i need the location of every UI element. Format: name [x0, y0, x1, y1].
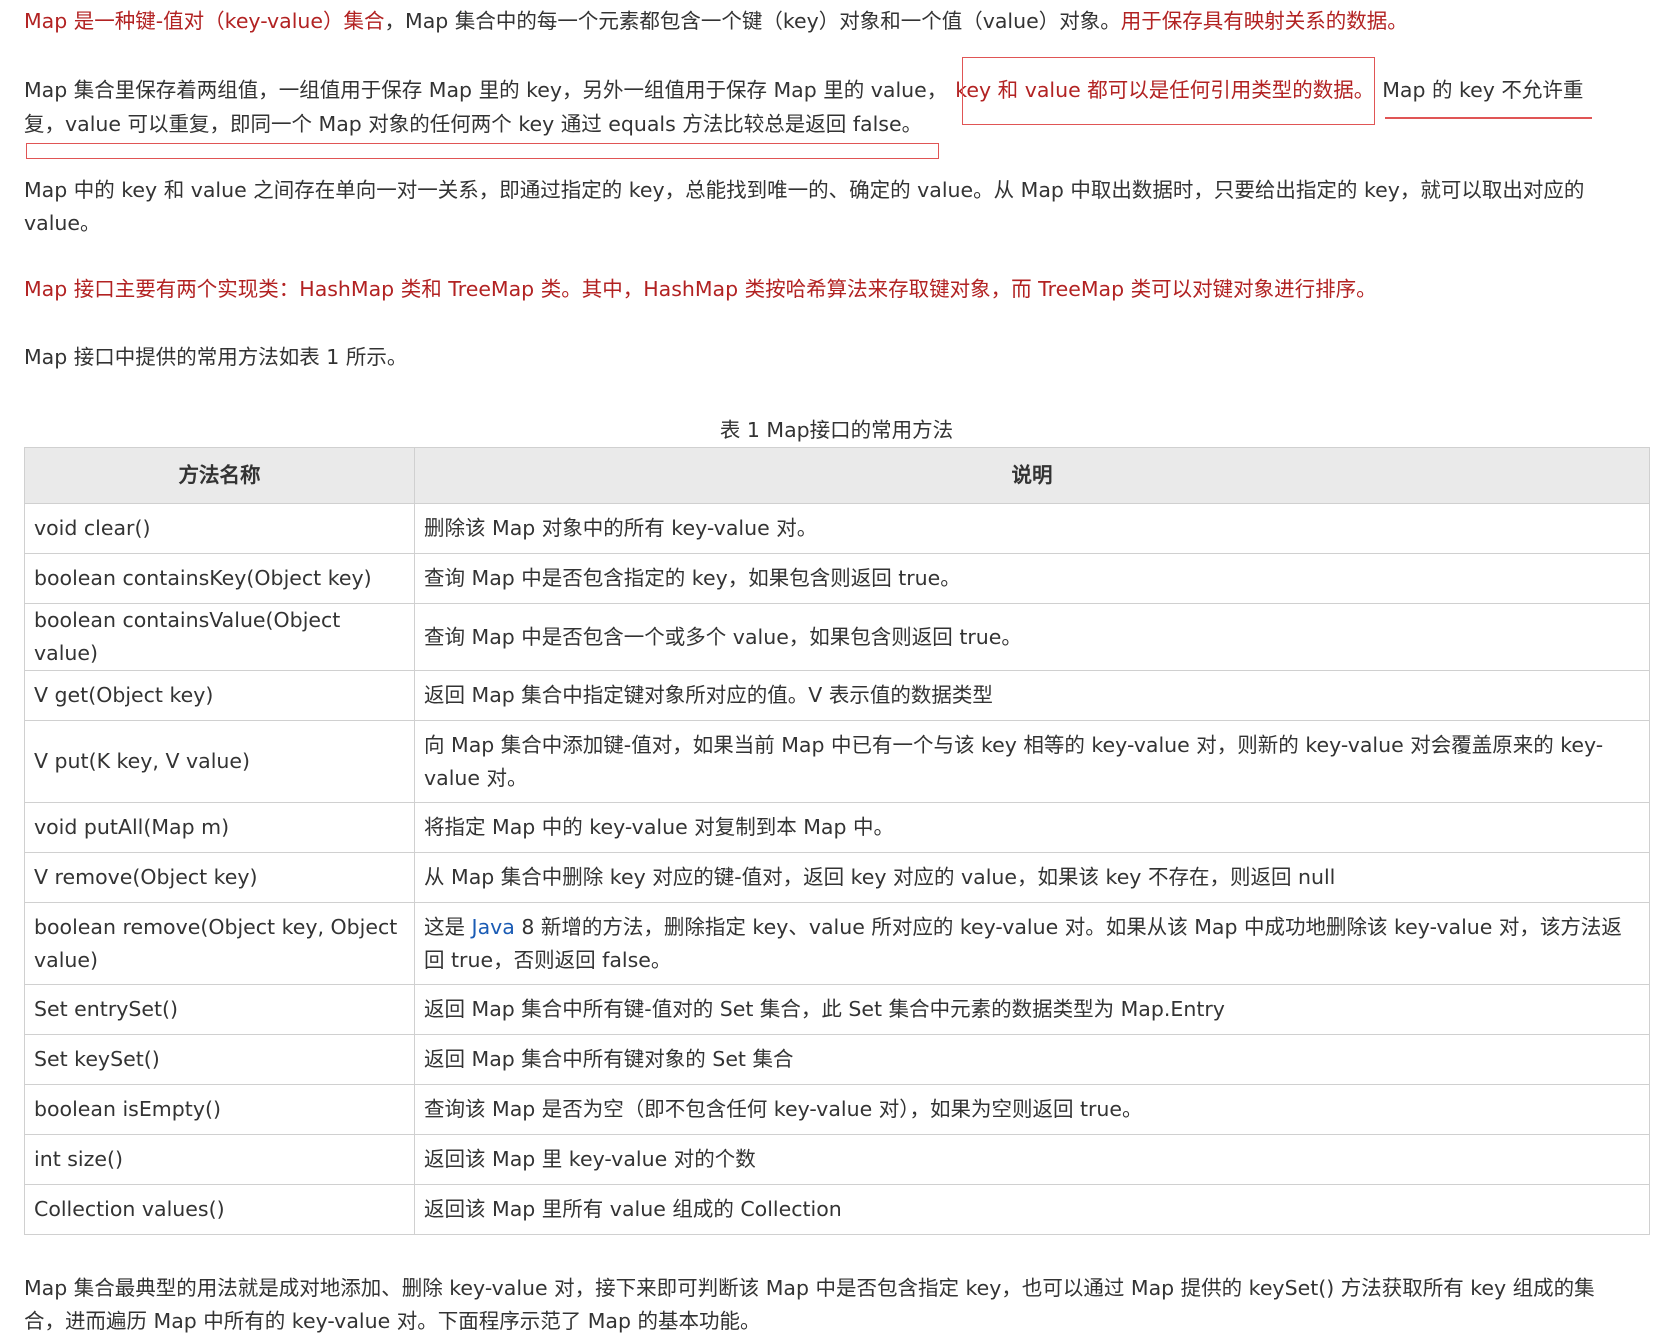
table-row: boolean isEmpty() 查询该 Map 是否为空（即不包含任何 ke…: [24, 1084, 1650, 1135]
description-cell: 查询 Map 中是否包含指定的 key，如果包含则返回 true。: [414, 553, 1650, 604]
method-cell: void putAll(Map m): [24, 802, 415, 853]
paragraph-one-to-one-line2: value。: [24, 206, 101, 240]
method-cell: void clear(): [24, 503, 415, 554]
implementations-text: Map 接口主要有两个实现类：HashMap 类和 TreeMap 类。其中，H…: [24, 277, 1377, 301]
paragraph-table-intro: Map 接口中提供的常用方法如表 1 所示。: [24, 340, 407, 374]
description-cell: 返回 Map 集合中所有键-值对的 Set 集合，此 Set 集合中元素的数据类…: [414, 984, 1650, 1035]
annotation-box-reference-type: [962, 57, 1375, 125]
typical-usage-text: Map 集合最典型的用法就是成对地添加、删除 key-value 对，接下来即可…: [24, 1276, 1595, 1300]
description-text: 8 新增的方法，删除指定 key、value 所对应的 key-value 对。…: [424, 914, 1622, 972]
description-cell: 返回该 Map 里所有 value 组成的 Collection: [414, 1184, 1650, 1235]
paragraph-implementations: Map 接口主要有两个实现类：HashMap 类和 TreeMap 类。其中，H…: [24, 272, 1377, 306]
table-row: V put(K key, V value) 向 Map 集合中添加键-值对，如果…: [24, 720, 1650, 803]
description-cell: 返回 Map 集合中所有键对象的 Set 集合: [414, 1034, 1650, 1085]
two-groups-text: Map 集合里保存着两组值，一组值用于保存 Map 里的 key，另外一组值用于…: [24, 78, 948, 102]
method-cell: boolean remove(Object key, Object value): [24, 902, 415, 985]
typical-usage-text-2: 合，进而遍历 Map 中所有的 key-value 对。下面程序示范了 Map …: [24, 1309, 761, 1333]
table-intro-text: Map 接口中提供的常用方法如表 1 所示。: [24, 345, 408, 369]
description-cell: 向 Map 集合中添加键-值对，如果当前 Map 中已有一个与该 key 相等的…: [414, 720, 1650, 803]
table-header-row: 方法名称 说明: [24, 447, 1650, 504]
table-row: V remove(Object key) 从 Map 集合中删除 key 对应的…: [24, 852, 1650, 903]
method-cell: Set entrySet(): [24, 984, 415, 1035]
table-caption: 表 1 Map接口的常用方法: [719, 418, 954, 442]
description-cell: 将指定 Map 中的 key-value 对复制到本 Map 中。: [414, 802, 1650, 853]
annotation-underline-key: [1385, 117, 1592, 119]
table-row: boolean remove(Object key, Object value)…: [24, 902, 1650, 985]
method-cell: Collection values(): [24, 1184, 415, 1235]
description-cell: 查询该 Map 是否为空（即不包含任何 key-value 对），如果为空则返回…: [414, 1084, 1650, 1135]
one-to-one-text-2: value。: [24, 211, 101, 235]
method-cell: V remove(Object key): [24, 852, 415, 903]
table-row: void putAll(Map m) 将指定 Map 中的 key-value …: [24, 802, 1650, 853]
one-to-one-text: Map 中的 key 和 value 之间存在单向一对一关系，即通过指定的 ke…: [24, 178, 1585, 202]
annotation-box-line2: [26, 143, 939, 159]
table-row: Collection values() 返回该 Map 里所有 value 组成…: [24, 1184, 1650, 1235]
method-cell: boolean containsValue(Object value): [24, 603, 415, 671]
table-row: int size() 返回该 Map 里 key-value 对的个数: [24, 1134, 1650, 1185]
method-cell: V get(Object key): [24, 670, 415, 721]
description-cell: 删除该 Map 对象中的所有 key-value 对。: [414, 503, 1650, 554]
java-link[interactable]: Java: [472, 915, 515, 939]
intro-red-text-2: 用于保存具有映射关系的数据。: [1120, 9, 1408, 33]
description-cell: 返回该 Map 里 key-value 对的个数: [414, 1134, 1650, 1185]
paragraph-two-groups-line2: 复，value 可以重复，即同一个 Map 对象的任何两个 key 通过 equ…: [24, 107, 922, 141]
method-cell: boolean isEmpty(): [24, 1084, 415, 1135]
paragraph-one-to-one-line1: Map 中的 key 和 value 之间存在单向一对一关系，即通过指定的 ke…: [24, 173, 1584, 207]
table-row: Set entrySet() 返回 Map 集合中所有键-值对的 Set 集合，…: [24, 984, 1650, 1035]
method-cell: V put(K key, V value): [24, 720, 415, 803]
table-row: boolean containsValue(Object value) 查询 M…: [24, 603, 1650, 671]
description-cell: 返回 Map 集合中指定键对象所对应的值。V 表示值的数据类型: [414, 670, 1650, 721]
description-text: 这是: [424, 914, 472, 939]
intro-text: ，Map 集合中的每一个元素都包含一个键（key）对象和一个值（value）对象…: [384, 9, 1121, 33]
table-row: boolean containsKey(Object key) 查询 Map 中…: [24, 553, 1650, 604]
table-row: void clear() 删除该 Map 对象中的所有 key-value 对。: [24, 503, 1650, 554]
intro-red-text: Map 是一种键-值对（key-value）集合: [24, 9, 385, 33]
method-cell: int size(): [24, 1134, 415, 1185]
key-not-repeat-text: Map 的 key 不允许重: [1382, 78, 1584, 102]
header-description: 说明: [414, 447, 1650, 504]
paragraph-intro: Map 是一种键-值对（key-value）集合，Map 集合中的每一个元素都包…: [24, 4, 1408, 38]
method-cell: Set keySet(): [24, 1034, 415, 1085]
paragraph-typical-usage-line1: Map 集合最典型的用法就是成对地添加、删除 key-value 对，接下来即可…: [24, 1271, 1595, 1305]
header-method-name: 方法名称: [24, 447, 415, 504]
methods-table: 方法名称 说明 void clear() 删除该 Map 对象中的所有 key-…: [24, 447, 1650, 1235]
description-cell: 从 Map 集合中删除 key 对应的键-值对，返回 key 对应的 value…: [414, 852, 1650, 903]
description-cell: 这是 Java 8 新增的方法，删除指定 key、value 所对应的 key-…: [414, 902, 1650, 985]
paragraph-typical-usage-line2: 合，进而遍历 Map 中所有的 key-value 对。下面程序示范了 Map …: [24, 1304, 761, 1338]
method-cell: boolean containsKey(Object key): [24, 553, 415, 604]
table-row: Set keySet() 返回 Map 集合中所有键对象的 Set 集合: [24, 1034, 1650, 1085]
value-repeat-text: 复，value 可以重复，即同一个 Map 对象的任何两个 key 通过 equ…: [24, 112, 923, 136]
table-row: V get(Object key) 返回 Map 集合中指定键对象所对应的值。V…: [24, 670, 1650, 721]
description-cell: 查询 Map 中是否包含一个或多个 value，如果包含则返回 true。: [414, 603, 1650, 671]
